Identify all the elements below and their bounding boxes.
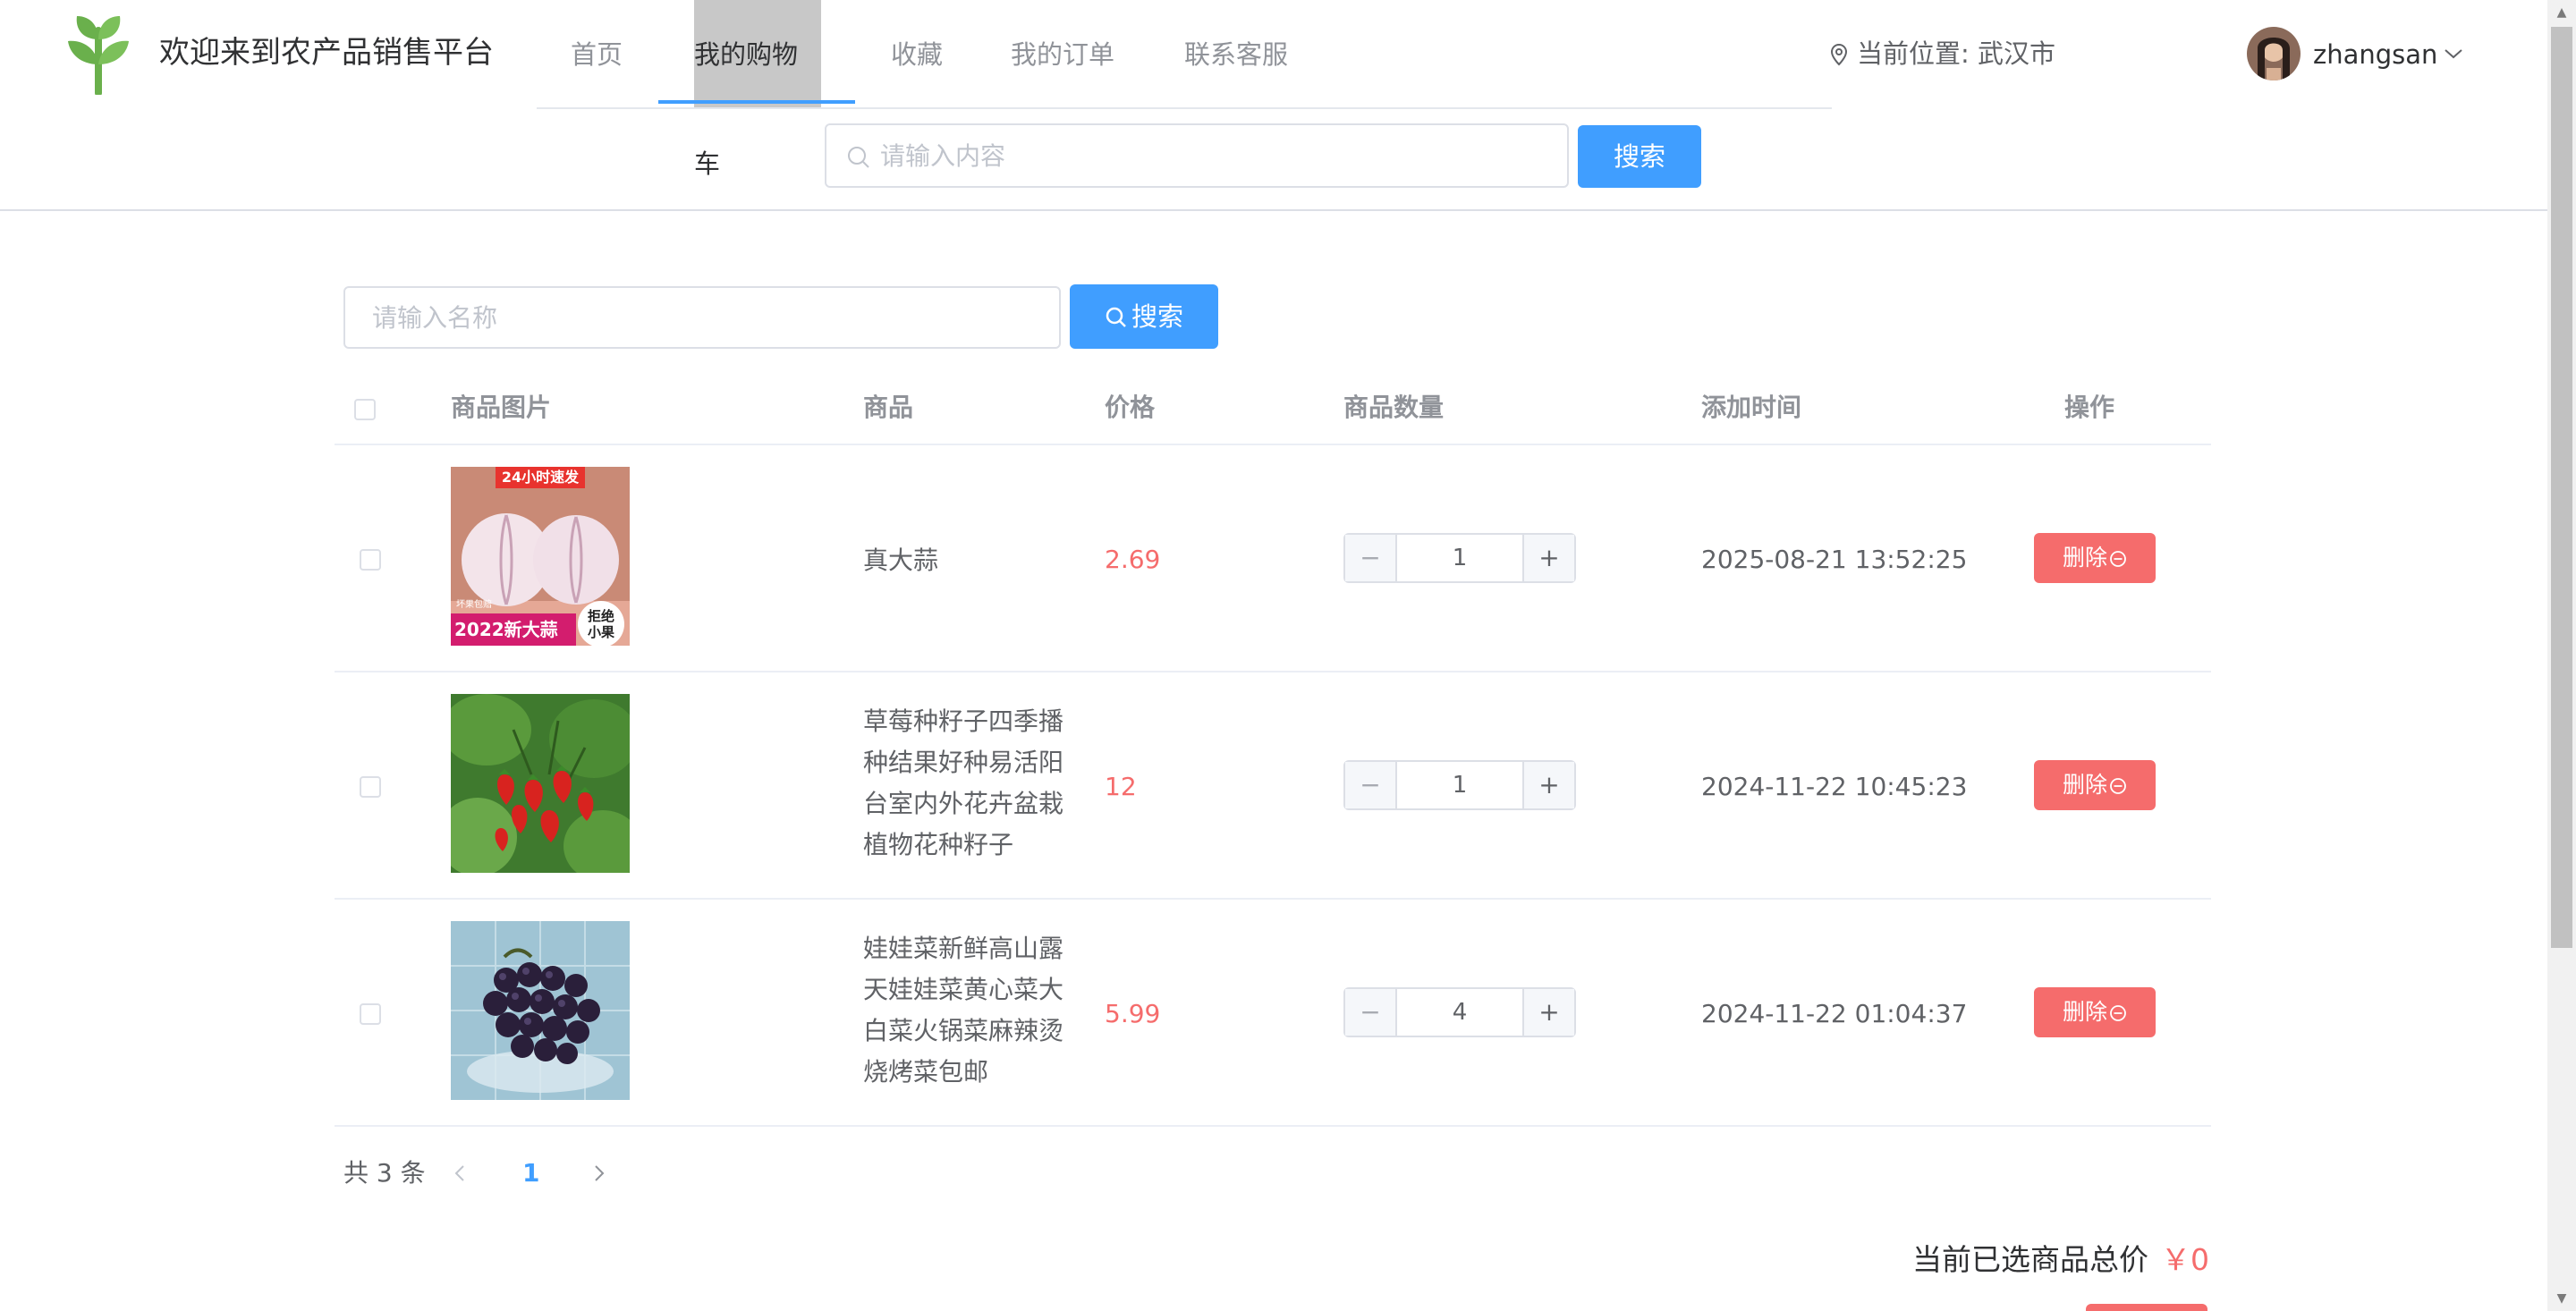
nav-home[interactable]: 首页 <box>571 0 623 107</box>
site-title: 欢迎来到农产品销售平台 <box>159 35 494 71</box>
badge-round-label: 拒绝小果 <box>587 608 614 640</box>
cart-summary: 当前已选商品总价 ￥0 <box>1912 1239 2209 1281</box>
summary-amount: ￥0 <box>2161 1242 2209 1277</box>
delete-button-label: 删除 <box>2062 999 2107 1025</box>
global-search-input[interactable] <box>880 125 1542 186</box>
decrease-button[interactable]: − <box>1345 989 1397 1036</box>
product-name: 真大蒜 <box>863 546 939 575</box>
table-row: 草莓种籽子四季播种结果好种易活阳台室内外花卉盆栽植物花种籽子 12 − 1 + … <box>335 672 2211 900</box>
remove-circle-icon <box>2110 778 2126 794</box>
nav-active-indicator <box>658 100 855 104</box>
checkout-button[interactable] <box>2086 1304 2207 1311</box>
remove-circle-icon <box>2110 1005 2126 1021</box>
global-search-box <box>825 123 1569 188</box>
badge-bottom-label: 2022新大蒜 <box>454 619 558 640</box>
increase-button[interactable]: + <box>1522 535 1574 581</box>
quantity-value[interactable]: 1 <box>1397 535 1522 581</box>
product-price: 12 <box>1105 772 1137 801</box>
nav-orders[interactable]: 我的订单 <box>1011 0 1114 107</box>
quantity-stepper: − 4 + <box>1343 987 1576 1037</box>
column-header-quantity: 商品数量 <box>1343 393 1445 422</box>
column-header-price: 价格 <box>1105 393 1156 422</box>
added-time: 2024-11-22 01:04:37 <box>1701 999 1968 1028</box>
cart-search-box <box>343 286 1061 349</box>
decrease-button[interactable]: − <box>1345 762 1397 808</box>
row-checkbox[interactable] <box>360 776 381 798</box>
delete-button[interactable]: 删除 <box>2034 760 2156 810</box>
search-icon <box>1106 307 1126 327</box>
nav-favorites[interactable]: 收藏 <box>891 0 943 107</box>
chevron-left-icon[interactable] <box>451 1155 469 1201</box>
leaf-logo-icon <box>68 16 129 95</box>
quantity-value[interactable]: 4 <box>1397 989 1522 1036</box>
delete-button[interactable]: 删除 <box>2034 987 2156 1037</box>
product-image <box>451 694 630 873</box>
product-price: 5.99 <box>1105 999 1161 1028</box>
global-search-button[interactable]: 搜索 <box>1578 125 1701 188</box>
summary-label: 当前已选商品总价 <box>1912 1242 2148 1277</box>
select-all-checkbox[interactable] <box>354 399 376 420</box>
decrease-button[interactable]: − <box>1345 535 1397 581</box>
cart-table: 商品图片 商品 价格 商品数量 添加时间 操作 24小时速发 坏果包赔 2022… <box>335 376 2211 1127</box>
column-header-action: 操作 <box>2064 393 2115 422</box>
product-name: 娃娃菜新鲜高山露天娃娃菜黄心菜大白菜火锅菜麻辣烫烧烤菜包邮 <box>863 934 1064 1087</box>
badge-top-label: 24小时速发 <box>501 469 580 486</box>
table-row: 24小时速发 坏果包赔 2022新大蒜 拒绝小果 真大蒜 2.69 − 1 + … <box>335 445 2211 672</box>
product-image <box>451 921 630 1100</box>
scrollbar-thumb[interactable] <box>2551 27 2572 948</box>
table-row: 娃娃菜新鲜高山露天娃娃菜黄心菜大白菜火锅菜麻辣烫烧烤菜包邮 5.99 − 4 +… <box>335 900 2211 1127</box>
cart-search-button-label: 搜索 <box>1131 301 1183 332</box>
badge-small-label: 坏果包赔 <box>456 600 492 610</box>
location-pin-icon <box>1830 43 1848 66</box>
product-price: 2.69 <box>1105 545 1161 574</box>
search-icon <box>848 147 869 168</box>
remove-circle-icon <box>2110 551 2126 567</box>
username: zhangsan <box>2313 39 2438 70</box>
scroll-down-icon[interactable]: ▼ <box>2547 1286 2576 1311</box>
cart-search-input[interactable] <box>372 288 1034 347</box>
location-indicator[interactable]: 当前位置: 武汉市 <box>1830 36 2055 72</box>
delete-button-label: 删除 <box>2062 545 2107 571</box>
chevron-right-icon[interactable] <box>590 1155 608 1201</box>
delete-button-label: 删除 <box>2062 772 2107 798</box>
top-header: 欢迎来到农产品销售平台 首页 我的购物车 收藏 我的订单 联系客服 当前位置: … <box>0 0 2547 211</box>
scroll-up-icon[interactable]: ▲ <box>2547 0 2576 25</box>
quantity-stepper: − 1 + <box>1343 533 1576 583</box>
column-header-time: 添加时间 <box>1701 393 1802 422</box>
added-time: 2025-08-21 13:52:25 <box>1701 545 1968 574</box>
quantity-stepper: − 1 + <box>1343 760 1576 810</box>
row-checkbox[interactable] <box>360 1003 381 1025</box>
product-name: 草莓种籽子四季播种结果好种易活阳台室内外花卉盆栽植物花种籽子 <box>863 706 1064 859</box>
location-text: 当前位置: 武汉市 <box>1857 38 2055 69</box>
avatar[interactable] <box>2247 27 2301 80</box>
increase-button[interactable]: + <box>1522 989 1574 1036</box>
nav-cart[interactable]: 我的购物车 <box>694 0 821 179</box>
table-header: 商品图片 商品 价格 商品数量 添加时间 操作 <box>335 376 2211 445</box>
increase-button[interactable]: + <box>1522 762 1574 808</box>
delete-button[interactable]: 删除 <box>2034 533 2156 583</box>
column-header-image: 商品图片 <box>451 393 552 422</box>
cart-search-button[interactable]: 搜索 <box>1070 284 1218 349</box>
nav-support[interactable]: 联系客服 <box>1184 0 1288 107</box>
row-checkbox[interactable] <box>360 549 381 571</box>
page-scrollbar[interactable]: ▲ ▼ <box>2547 0 2576 1311</box>
product-image: 24小时速发 坏果包赔 2022新大蒜 拒绝小果 <box>451 467 630 646</box>
added-time: 2024-11-22 10:45:23 <box>1701 772 1968 801</box>
chevron-down-icon[interactable] <box>2442 38 2465 70</box>
quantity-value[interactable]: 1 <box>1397 762 1522 808</box>
column-header-product: 商品 <box>863 393 914 422</box>
main-nav: 首页 我的购物车 收藏 我的订单 联系客服 <box>537 0 1832 179</box>
pagination-total: 共 3 条 <box>343 1158 426 1188</box>
page-number-current[interactable]: 1 <box>522 1155 539 1191</box>
